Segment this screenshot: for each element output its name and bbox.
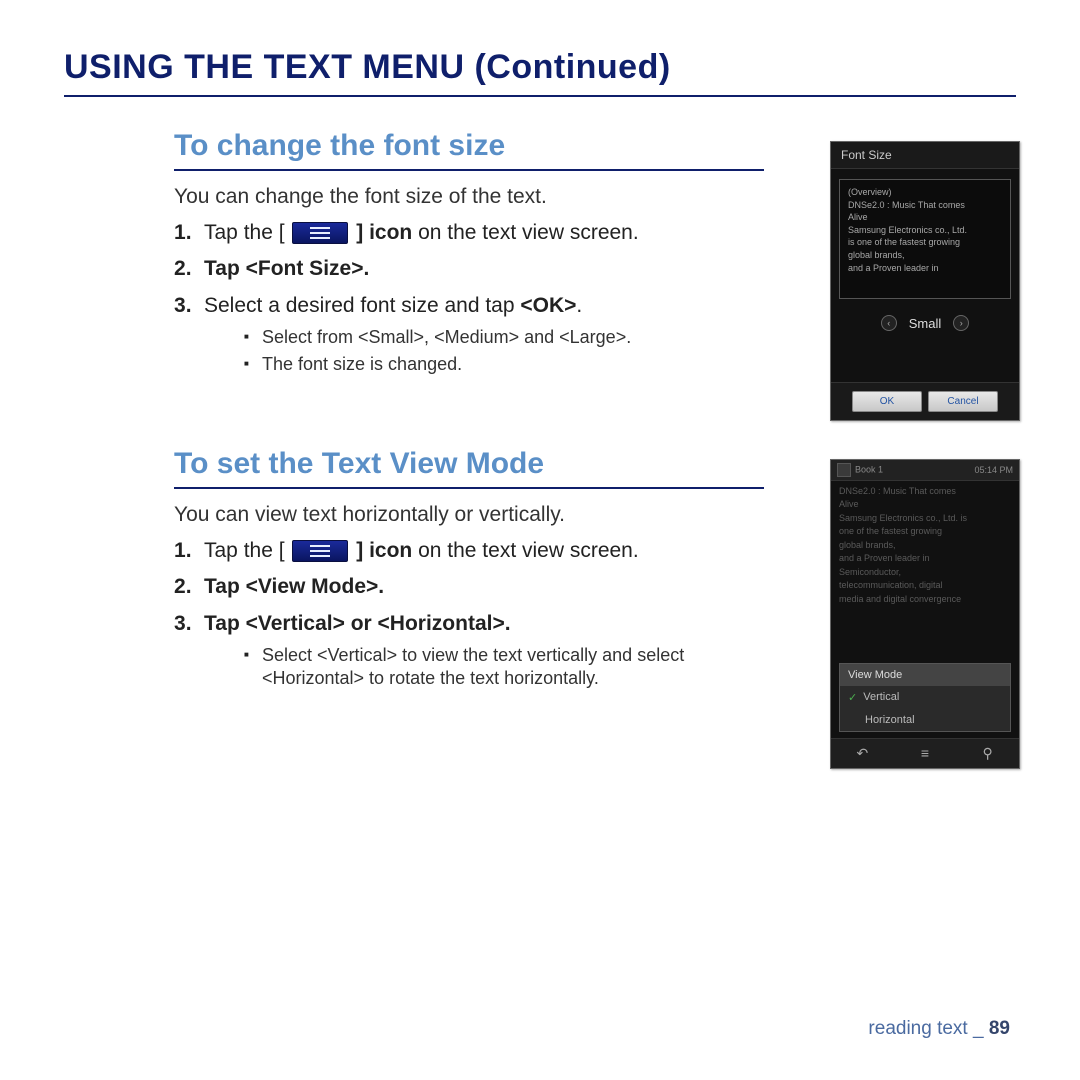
popup-header: View Mode [840, 664, 1010, 686]
arrow-right-icon[interactable]: › [953, 315, 969, 331]
intro-view-mode: You can view text horizontally or vertic… [174, 503, 764, 527]
arrow-left-icon[interactable]: ‹ [881, 315, 897, 331]
device-bottom-nav: ↶ ≡ ⚲ [831, 738, 1019, 768]
section-title-view-mode: To set the Text View Mode [174, 447, 764, 489]
option-vertical-label: Vertical [863, 691, 899, 703]
step-1-tail: on the text view screen. [412, 221, 638, 244]
vm-step-1: Tap the [ ] icon on the text view screen… [174, 537, 764, 565]
ok-button[interactable]: OK [852, 391, 922, 412]
selected-size: Small [909, 316, 942, 331]
option-horizontal[interactable]: Horizontal [840, 709, 1010, 731]
steps-font-size: Tap the [ ] icon on the text view screen… [174, 219, 764, 377]
attach-icon[interactable]: ⚲ [978, 745, 998, 762]
steps-view-mode: Tap the [ ] icon on the text view screen… [174, 537, 764, 691]
book-icon [837, 463, 851, 477]
vm-sub-1: Select <Vertical> to view the text verti… [244, 644, 764, 691]
option-vertical[interactable]: ✓ Vertical [840, 686, 1010, 709]
status-time: 05:14 PM [974, 465, 1013, 475]
check-icon: ✓ [848, 691, 857, 704]
step-1: Tap the [ ] icon on the text view screen… [174, 219, 764, 247]
option-horizontal-label: Horizontal [865, 714, 915, 726]
footer-page: 89 [989, 1018, 1010, 1039]
vm-step-1-icon-word: ] icon [356, 539, 412, 562]
vm-step-1-pre: Tap the [ [204, 539, 285, 562]
vm-step-3: Tap <Vertical> or <Horizontal>. Select <… [174, 610, 764, 691]
back-icon[interactable]: ↶ [852, 745, 872, 762]
section-font-size: To change the font size You can change t… [174, 129, 1016, 377]
status-title: Book 1 [855, 464, 883, 474]
footer-chapter: reading text [868, 1018, 967, 1039]
step-3: Select a desired font size and tap <OK>.… [174, 292, 764, 377]
cancel-button[interactable]: Cancel [928, 391, 998, 412]
footer-sep: _ [973, 1018, 984, 1039]
step-3-post: . [576, 294, 582, 317]
page-footer: reading text _ 89 [868, 1018, 1010, 1040]
vm-step-3-bold: Tap <Vertical> or <Horizontal>. [204, 612, 511, 635]
section-view-mode: To set the Text View Mode You can view t… [174, 447, 1016, 691]
vm-step-2: Tap <View Mode>. [174, 573, 764, 601]
step-3-pre: Select a desired font size and tap [204, 294, 520, 317]
view-mode-popup: View Mode ✓ Vertical Horizontal [839, 663, 1011, 732]
device-font-size: Font Size (Overview) DNSe2.0 : Music Tha… [830, 141, 1020, 421]
device-view-mode: Book 1 05:14 PM DNSe2.0 : Music That com… [830, 459, 1020, 769]
section-title-font-size: To change the font size [174, 129, 764, 171]
step-2: Tap <Font Size>. [174, 255, 764, 283]
device-header: Font Size [831, 142, 1019, 169]
sub-select-from: Select from <Small>, <Medium> and <Large… [244, 326, 764, 349]
device-status-bar: Book 1 05:14 PM [831, 460, 1019, 481]
menu-icon [292, 540, 348, 562]
device-preview-text: (Overview) DNSe2.0 : Music That comes Al… [839, 179, 1011, 299]
device-text-body: DNSe2.0 : Music That comes Alive Samsung… [831, 481, 1019, 661]
step-3-ok: <OK> [520, 294, 576, 317]
step-1-pre: Tap the [ [204, 221, 285, 244]
menu-icon [292, 222, 348, 244]
intro-font-size: You can change the font size of the text… [174, 185, 764, 209]
step-1-icon-word: ] icon [356, 221, 412, 244]
device-button-row: OK Cancel [831, 382, 1019, 420]
menu-bars-icon[interactable]: ≡ [915, 745, 935, 761]
page-title: USING THE TEXT MENU (Continued) [64, 48, 1016, 97]
size-selector: ‹ Small › [831, 307, 1019, 341]
sub-size-changed: The font size is changed. [244, 353, 764, 376]
vm-step-1-tail: on the text view screen. [412, 539, 638, 562]
